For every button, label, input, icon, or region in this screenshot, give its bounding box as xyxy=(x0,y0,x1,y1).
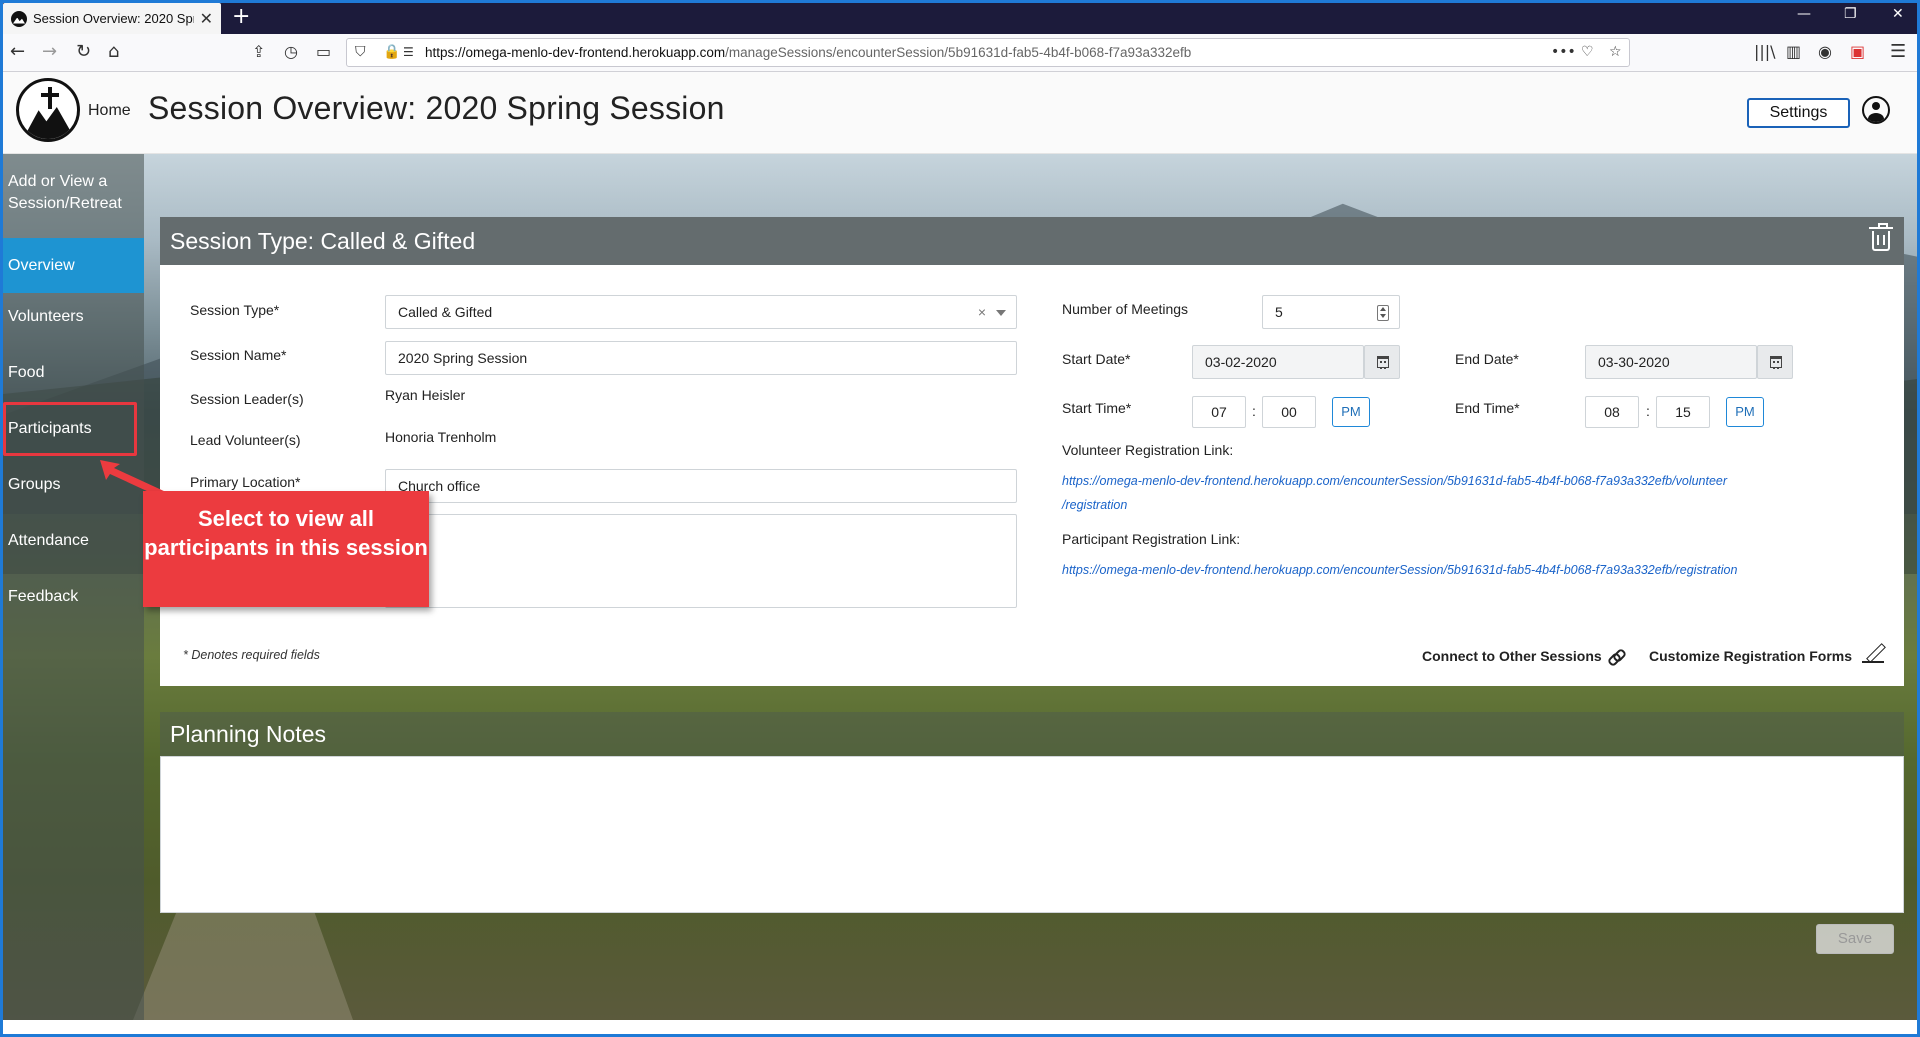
planning-notes-title: Planning Notes xyxy=(170,721,326,747)
app-header: Home Session Overview: 2020 Spring Sessi… xyxy=(0,72,1920,154)
meetings-label: Number of Meetings xyxy=(1062,301,1189,317)
start-date-input[interactable]: 03-02-2020 xyxy=(1192,345,1364,379)
page-actions-icon[interactable]: ••• xyxy=(1551,39,1576,66)
stepper-icon[interactable] xyxy=(1377,305,1389,321)
browser-titlebar: Session Overview: 2020 Spring ✕ + — ❐ ✕ xyxy=(0,0,1920,34)
participant-registration-link[interactable]: https://omega-menlo-dev-frontend.herokua… xyxy=(1062,563,1737,577)
logo-icon[interactable] xyxy=(16,78,80,142)
sidebar-item-volunteers[interactable]: Volunteers xyxy=(3,306,144,328)
meetings-value: 5 xyxy=(1275,304,1283,320)
required-fields-note: * Denotes required fields xyxy=(183,648,320,662)
reload-icon[interactable]: ↻ xyxy=(76,42,91,62)
folder-icon[interactable]: ▭ xyxy=(316,42,331,62)
connect-sessions-button[interactable]: Connect to Other Sessions xyxy=(1422,648,1602,664)
session-type-select[interactable]: Called & Gifted × xyxy=(385,295,1017,329)
session-leader-value: Ryan Heisler xyxy=(385,387,466,403)
time-colon: : xyxy=(1252,403,1256,419)
site-favicon-icon xyxy=(11,10,27,27)
location-details-textarea[interactable] xyxy=(385,514,1017,608)
end-ampm-button[interactable]: PM xyxy=(1726,397,1764,427)
extension-icon[interactable]: ▣ xyxy=(1850,42,1865,62)
restore-button[interactable]: ❐ xyxy=(1844,6,1857,22)
primary-location-label: Primary Location* xyxy=(190,474,301,490)
clear-icon[interactable]: × xyxy=(978,296,986,328)
permissions-icon[interactable]: ☰ xyxy=(403,39,414,66)
pocket-icon[interactable]: ♡ xyxy=(1581,39,1594,66)
planning-notes-header: Planning Notes xyxy=(160,712,1904,756)
sidebar-item-overview[interactable]: Overview xyxy=(3,238,144,293)
home-browser-icon[interactable]: ⌂ xyxy=(108,42,119,62)
link-icon[interactable] xyxy=(1608,649,1622,663)
volunteer-link-label: Volunteer Registration Link: xyxy=(1062,442,1234,458)
sidebar-item-food[interactable]: Food xyxy=(3,362,144,384)
start-date-calendar-button[interactable] xyxy=(1364,345,1400,379)
start-time-label: Start Time* xyxy=(1062,400,1132,416)
bookmark-import-icon[interactable]: ⇪ xyxy=(252,42,265,62)
participants-highlight xyxy=(3,402,137,456)
close-window-button[interactable]: ✕ xyxy=(1892,6,1904,22)
menu-icon[interactable]: ☰ xyxy=(1890,42,1906,62)
end-minute-input[interactable]: 15 xyxy=(1656,396,1710,428)
calendar-icon xyxy=(1377,356,1389,369)
session-leader-label: Session Leader(s) xyxy=(190,391,304,407)
trash-icon[interactable] xyxy=(1869,223,1893,251)
lead-volunteer-label: Lead Volunteer(s) xyxy=(190,432,301,448)
browser-tab[interactable]: Session Overview: 2020 Spring ✕ xyxy=(3,3,221,34)
history-icon[interactable]: ◷ xyxy=(284,42,298,62)
meetings-input[interactable]: 5 xyxy=(1262,295,1400,329)
shield-icon[interactable]: ⛉ xyxy=(355,39,366,66)
pencil-icon[interactable] xyxy=(1862,641,1884,663)
start-hour-input[interactable]: 07 xyxy=(1192,396,1246,428)
browser-toolbar: ← → ↻ ⌂ ⇪ ◷ ▭ ⛉ 🔒 ☰ https://omega-menlo-… xyxy=(0,34,1920,72)
library-icon[interactable]: |||\ xyxy=(1754,42,1776,62)
forward-icon[interactable]: → xyxy=(42,42,57,62)
user-account-icon[interactable] xyxy=(1862,96,1890,124)
session-type-heading: Session Type: Called & Gifted xyxy=(170,228,476,254)
url-text[interactable]: https://omega-menlo-dev-frontend.herokua… xyxy=(425,39,1191,66)
lock-icon[interactable]: 🔒 xyxy=(383,39,400,66)
session-card-header: Session Type: Called & Gifted xyxy=(160,217,1904,265)
session-card: Session Type: Called & Gifted Session Ty… xyxy=(160,217,1904,686)
lead-volunteer-value: Honoria Trenholm xyxy=(385,429,497,445)
account-icon[interactable]: ◉ xyxy=(1818,42,1832,62)
sidebar: Add or View a Session/Retreat Overview V… xyxy=(3,154,144,1020)
primary-location-input[interactable]: Church office xyxy=(385,469,1017,503)
save-button[interactable]: Save xyxy=(1816,924,1894,954)
start-minute-input[interactable]: 00 xyxy=(1262,396,1316,428)
participant-link-label: Participant Registration Link: xyxy=(1062,531,1241,547)
volunteer-registration-link[interactable]: https://omega-menlo-dev-frontend.herokua… xyxy=(1062,474,1727,488)
calendar-icon xyxy=(1770,356,1782,369)
end-date-label: End Date* xyxy=(1455,351,1519,367)
home-link[interactable]: Home xyxy=(88,102,131,120)
participants-callout: Select to view all participants in this … xyxy=(143,491,429,607)
start-ampm-button[interactable]: PM xyxy=(1332,397,1370,427)
star-icon[interactable]: ☆ xyxy=(1609,39,1622,66)
chevron-down-icon[interactable] xyxy=(996,310,1006,316)
sidebar-toggle-icon[interactable]: ▥ xyxy=(1786,42,1801,62)
sidebar-item-feedback[interactable]: Feedback xyxy=(3,586,144,608)
session-name-label: Session Name* xyxy=(190,347,287,363)
page-title: Session Overview: 2020 Spring Session xyxy=(148,90,725,126)
sidebar-item-attendance[interactable]: Attendance xyxy=(3,530,144,552)
session-type-value: Called & Gifted xyxy=(398,304,493,320)
end-hour-input[interactable]: 08 xyxy=(1585,396,1639,428)
volunteer-registration-link-cont[interactable]: /registration xyxy=(1062,498,1127,512)
tab-title: Session Overview: 2020 Spring xyxy=(33,11,194,26)
address-bar[interactable]: ⛉ 🔒 ☰ https://omega-menlo-dev-frontend.h… xyxy=(346,38,1630,67)
new-tab-button[interactable]: + xyxy=(232,4,250,29)
end-date-input[interactable]: 03-30-2020 xyxy=(1585,345,1757,379)
session-type-label: Session Type* xyxy=(190,302,280,318)
time-colon: : xyxy=(1646,403,1650,419)
settings-button[interactable]: Settings xyxy=(1747,98,1850,128)
start-date-label: Start Date* xyxy=(1062,351,1131,367)
planning-notes-textarea[interactable] xyxy=(160,756,1904,913)
session-name-input[interactable]: 2020 Spring Session xyxy=(385,341,1017,375)
end-date-calendar-button[interactable] xyxy=(1757,345,1793,379)
tab-close-icon[interactable]: ✕ xyxy=(200,9,213,29)
back-icon[interactable]: ← xyxy=(10,42,25,62)
end-time-label: End Time* xyxy=(1455,400,1520,416)
customize-forms-button[interactable]: Customize Registration Forms xyxy=(1649,648,1852,664)
sidebar-item-add-session[interactable]: Add or View a Session/Retreat xyxy=(3,171,144,221)
minimize-button[interactable]: — xyxy=(1797,6,1811,22)
